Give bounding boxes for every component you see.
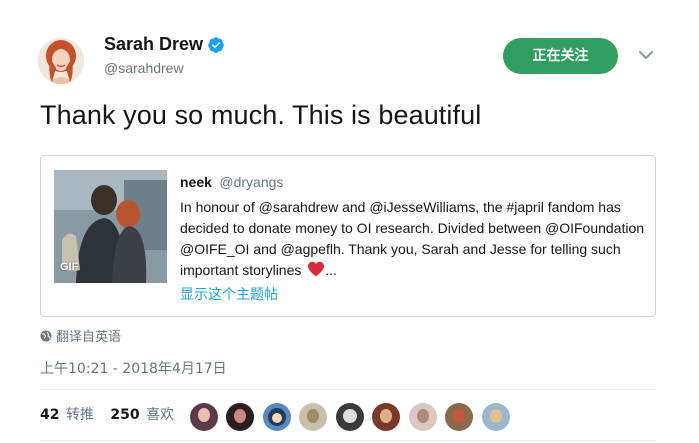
- translate-link[interactable]: 翻译自英语: [40, 326, 121, 345]
- likers-avatars: [190, 403, 514, 431]
- author-handle[interactable]: @sarahdrew: [104, 60, 225, 76]
- tweet-timestamp[interactable]: 上午10:21 - 2018年4月17日: [40, 358, 227, 378]
- author-avatar[interactable]: [38, 38, 84, 84]
- quoted-author-name: neek: [180, 174, 212, 190]
- retweets-label: 转推: [65, 407, 94, 423]
- heart-emoji-icon: [308, 261, 325, 277]
- liker-avatar[interactable]: [408, 403, 437, 431]
- liker-avatar[interactable]: [335, 403, 364, 431]
- quoted-tweet-text-main: In honour of @sarahdrew and @iJesseWilli…: [180, 199, 645, 278]
- tweet-stats: 42 转推 250 喜欢: [40, 404, 186, 424]
- tweet-text: Thank you so much. This is beautiful: [40, 100, 482, 130]
- likes-label: 喜欢: [146, 407, 175, 423]
- liker-avatar[interactable]: [226, 403, 255, 431]
- liker-avatar[interactable]: [481, 403, 510, 431]
- likes-stat[interactable]: 250 喜欢: [110, 404, 174, 424]
- quoted-tweet-ellipsis: ...: [325, 262, 337, 278]
- liker-avatar[interactable]: [445, 403, 474, 431]
- gif-badge: GIF: [60, 261, 79, 273]
- liker-avatar[interactable]: [299, 403, 328, 431]
- liker-avatar[interactable]: [372, 403, 401, 431]
- tweet-header: Sarah Drew @sarahdrew 正在关注: [0, 0, 699, 90]
- retweets-stat[interactable]: 42 转推: [40, 404, 94, 424]
- quoted-tweet-gif[interactable]: GIF: [54, 170, 167, 283]
- quoted-tweet-card[interactable]: GIF neek @dryangs In honour of @sarahdre…: [40, 155, 656, 317]
- liker-avatar[interactable]: [262, 403, 291, 431]
- quoted-author-handle: @dryangs: [219, 174, 284, 190]
- likes-count: 250: [110, 407, 140, 423]
- globe-icon: [40, 330, 52, 342]
- translate-label: 翻译自英语: [56, 330, 122, 345]
- quoted-tweet-body: neek @dryangs In honour of @sarahdrew an…: [180, 174, 645, 304]
- divider-bottom: [40, 440, 656, 441]
- quoted-tweet-author-row: neek @dryangs: [180, 174, 645, 192]
- retweets-count: 42: [40, 407, 60, 423]
- quoted-tweet-text: In honour of @sarahdrew and @iJesseWilli…: [180, 197, 645, 281]
- author-display-name[interactable]: Sarah Drew: [104, 34, 203, 55]
- show-thread-link[interactable]: 显示这个主题帖: [180, 284, 645, 304]
- author-name-block: Sarah Drew @sarahdrew: [104, 34, 225, 76]
- following-button[interactable]: 正在关注: [503, 38, 618, 74]
- liker-avatar[interactable]: [190, 403, 218, 431]
- divider-top: [40, 389, 656, 390]
- chevron-down-icon[interactable]: [637, 48, 655, 62]
- verified-badge-icon: [208, 36, 224, 53]
